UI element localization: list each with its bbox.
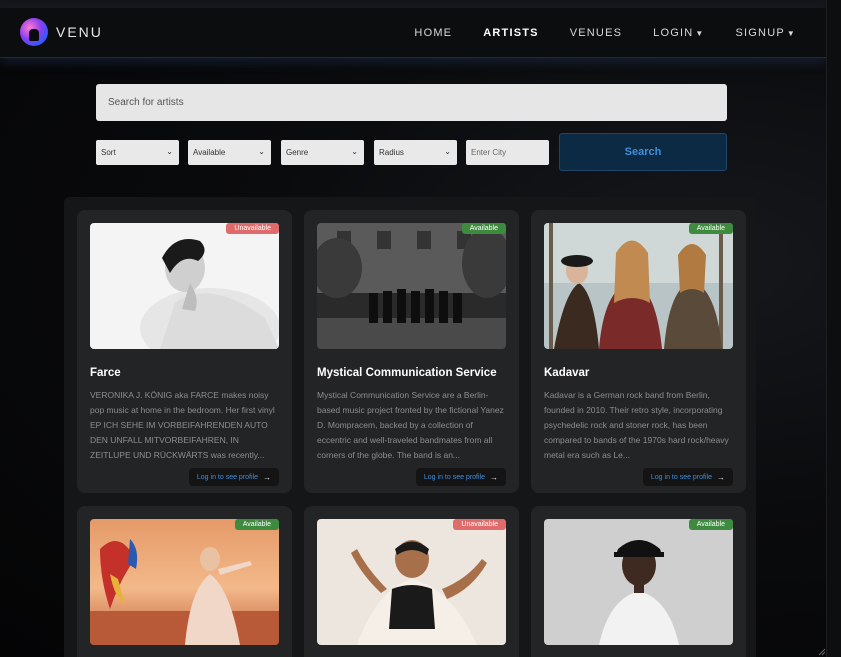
logo-mark-icon [20, 18, 48, 46]
artist-photo [317, 519, 506, 645]
status-badge: Available [688, 519, 733, 530]
search-button[interactable]: Search [559, 133, 727, 171]
nav-venues[interactable]: VENUES [570, 27, 622, 39]
search-placeholder: Search for artists [108, 97, 184, 108]
status-badge: Available [461, 223, 506, 234]
artist-card: Available [77, 506, 292, 657]
artist-photo [317, 223, 506, 349]
sort-select[interactable]: Sort ⌄ [96, 140, 179, 165]
arrow-right-icon: → [263, 472, 271, 482]
browser-top-strip [0, 0, 826, 8]
chevron-down-icon: ⌄ [444, 147, 451, 156]
nav-artists[interactable]: ARTISTS [483, 27, 538, 39]
view-profile-button[interactable]: Log in to see profile → [188, 468, 279, 486]
artist-photo [544, 223, 733, 349]
status-badge: Available [234, 519, 279, 530]
view-profile-button[interactable]: Log in to see profile → [642, 468, 733, 486]
chevron-down-icon: ⌄ [351, 147, 358, 156]
nav-signup[interactable]: SIGNUP ▼ [736, 27, 797, 39]
arrow-right-icon: → [490, 472, 498, 482]
city-input-placeholder: Enter City [471, 148, 507, 157]
brand-logo[interactable]: VENU [20, 18, 103, 46]
artist-photo [90, 223, 279, 349]
artist-name: Farce [90, 367, 121, 379]
main-nav: HOME ARTISTS VENUES LOGIN ▼ SIGNUP ▼ [383, 27, 796, 39]
artist-description: VERONIKA J. KÖNIG aka FARCE makes noisy … [90, 390, 275, 460]
view-profile-button[interactable]: Log in to see profile → [415, 468, 506, 486]
view-profile-label: Log in to see profile [650, 473, 712, 481]
artist-description: Kadavar is a German rock band from Berli… [544, 390, 729, 460]
artist-card: Available [531, 506, 746, 657]
nav-login[interactable]: LOGIN ▼ [653, 27, 704, 39]
status-badge: Unavailable [226, 223, 279, 234]
chevron-down-icon: ⌄ [258, 147, 265, 156]
view-profile-label: Log in to see profile [196, 473, 258, 481]
artist-description: Mystical Communication Service are a Ber… [317, 390, 504, 460]
artist-card: Unavailable Farce VERONIKA J. KÖNIG aka … [77, 210, 292, 493]
radius-select-value: Radius [379, 148, 404, 157]
view-profile-label: Log in to see profile [423, 473, 485, 481]
artist-photo [544, 519, 733, 645]
artist-name: Mystical Communication Service [317, 367, 497, 379]
nav-signup-label: SIGNUP [735, 27, 785, 39]
city-input[interactable]: Enter City [466, 140, 549, 165]
nav-login-label: LOGIN [653, 27, 694, 39]
artist-photo [90, 519, 279, 645]
status-badge: Available [688, 223, 733, 234]
genre-select-value: Genre [286, 148, 309, 157]
artist-card: Unavailable [304, 506, 519, 657]
chevron-down-icon: ▼ [695, 29, 705, 38]
availability-select[interactable]: Available ⌄ [188, 140, 271, 165]
arrow-right-icon: → [717, 472, 725, 482]
chevron-down-icon: ▼ [786, 29, 796, 38]
chevron-down-icon: ⌄ [166, 147, 173, 156]
navbar: VENU HOME ARTISTS VENUES LOGIN ▼ SIGNUP ▼ [0, 8, 826, 58]
genre-select[interactable]: Genre ⌄ [281, 140, 364, 165]
app-frame: VENU HOME ARTISTS VENUES LOGIN ▼ SIGNUP ▼ … [0, 0, 826, 657]
radius-select[interactable]: Radius ⌄ [374, 140, 457, 165]
resize-handle-icon[interactable] [818, 648, 826, 656]
brand-name: VENU [56, 24, 103, 40]
artist-card: Available Mystical Communication Service… [304, 210, 519, 493]
availability-select-value: Available [193, 148, 226, 157]
status-badge: Unavailable [453, 519, 506, 530]
artist-card: Available Kadavar Kadavar is a German ro… [531, 210, 746, 493]
window-scrollbar[interactable] [826, 0, 841, 657]
sort-select-value: Sort [101, 148, 116, 157]
search-input[interactable]: Search for artists [96, 84, 727, 121]
results-panel: Unavailable Farce VERONIKA J. KÖNIG aka … [64, 197, 756, 657]
nav-home[interactable]: HOME [414, 27, 452, 39]
artist-name: Kadavar [544, 367, 590, 379]
